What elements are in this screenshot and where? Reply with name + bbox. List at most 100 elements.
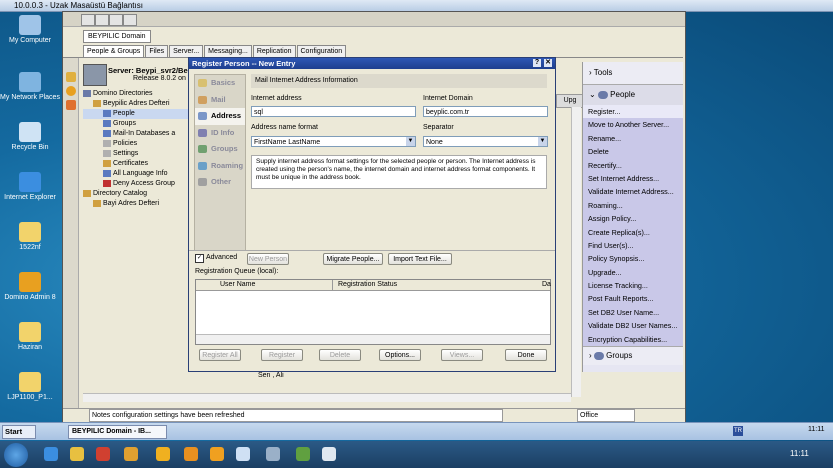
tree-item[interactable]: Bayi Adres Defteri xyxy=(83,199,188,209)
date-column[interactable]: Da xyxy=(542,280,551,290)
people-action-item[interactable]: License Tracking... xyxy=(583,279,683,292)
desktop-icon[interactable]: Haziran xyxy=(0,322,60,352)
people-section-label[interactable]: People xyxy=(610,90,635,99)
tree-item[interactable]: Beypilic Adres Defteri xyxy=(83,99,188,109)
dialog-nav-item[interactable]: Basics xyxy=(195,75,245,92)
tools-label[interactable]: Tools xyxy=(594,68,613,77)
internet-explorer-icon[interactable] xyxy=(44,447,58,461)
tree-item[interactable]: Groups xyxy=(83,119,188,129)
people-action-item[interactable]: Move to Another Server... xyxy=(583,118,683,131)
dialog-nav-item[interactable]: Other xyxy=(195,174,245,191)
new-person-button[interactable]: New Person xyxy=(247,253,289,265)
start-button[interactable]: Start xyxy=(2,425,36,439)
user-name-column[interactable]: User Name xyxy=(220,280,255,290)
registration-queue-table[interactable]: User Name Registration Status Da xyxy=(195,279,551,345)
language-indicator[interactable]: TR xyxy=(733,426,743,436)
dialog-nav-item[interactable]: Mail xyxy=(195,92,245,109)
dialog-nav-item[interactable]: Address xyxy=(195,108,245,125)
internet-domain-field[interactable]: beyplic.com.tr xyxy=(423,106,548,117)
address-format-select[interactable]: FirstName LastName ▼ xyxy=(251,136,416,147)
people-action-item[interactable]: Post Fault Reports... xyxy=(583,292,683,305)
tree-item[interactable]: Certificates xyxy=(83,159,188,169)
delete-button[interactable]: Delete xyxy=(319,349,361,361)
separator-select[interactable]: None ▼ xyxy=(423,136,548,147)
groups-section-label[interactable]: Groups xyxy=(606,351,632,360)
options-button[interactable]: Options... xyxy=(379,349,421,361)
done-button[interactable]: Done xyxy=(505,349,547,361)
people-action-item[interactable]: Encryption Capabilities... xyxy=(583,333,683,346)
upgrade-column[interactable]: Upg xyxy=(556,94,584,108)
people-action-item[interactable]: Rename... xyxy=(583,132,683,145)
desktop-icon[interactable]: 1522nf xyxy=(0,222,60,252)
app-icon[interactable] xyxy=(296,447,310,461)
folder-icon[interactable] xyxy=(70,447,84,461)
media-player-icon[interactable] xyxy=(96,447,110,461)
people-action-item[interactable]: Validate DB2 User Names... xyxy=(583,319,683,332)
queue-scrollbar[interactable] xyxy=(196,334,550,344)
bookmark-icon[interactable] xyxy=(66,100,76,110)
people-action-item[interactable]: Register... xyxy=(583,105,683,119)
views-button[interactable]: Views... xyxy=(441,349,483,361)
chevron-right-icon[interactable]: › xyxy=(589,68,592,77)
help-icon[interactable]: ? xyxy=(533,59,541,67)
admin-tab[interactable]: Files xyxy=(145,45,169,57)
tree-item[interactable]: People xyxy=(83,109,188,119)
chevron-down-icon[interactable]: ⌄ xyxy=(589,90,596,99)
app-icon[interactable] xyxy=(266,447,280,461)
horizontal-scrollbar[interactable] xyxy=(83,393,571,402)
import-text-file-button[interactable]: Import Text File... xyxy=(388,253,452,265)
app-icon[interactable] xyxy=(210,447,224,461)
bookmark-icon[interactable] xyxy=(66,86,76,96)
person-list-item[interactable]: Sen , Ali xyxy=(258,372,284,379)
admin-tab[interactable]: Replication xyxy=(252,45,296,57)
desktop-icon[interactable]: Internet Explorer xyxy=(0,172,60,202)
desktop-icon[interactable]: My Network Places xyxy=(0,72,60,102)
people-action-item[interactable]: Set DB2 User Name... xyxy=(583,306,683,319)
app-icon[interactable] xyxy=(156,447,170,461)
app-icon[interactable] xyxy=(184,447,198,461)
desktop-icon[interactable]: Domino Admin 8 xyxy=(0,272,60,302)
toolbar-icon[interactable] xyxy=(123,14,137,26)
dialog-nav-item[interactable]: Groups xyxy=(195,141,245,158)
people-action-item[interactable]: Policy Synopsis... xyxy=(583,252,683,265)
remote-desktop-icon[interactable] xyxy=(236,447,250,461)
admin-tab[interactable]: Server... xyxy=(169,45,204,57)
bookmark-icon[interactable] xyxy=(66,72,76,82)
toolbar-icon[interactable] xyxy=(95,14,109,26)
people-action-item[interactable]: Validate Internet Address... xyxy=(583,185,683,198)
dropdown-arrow-icon[interactable]: ▼ xyxy=(406,137,415,146)
admin-tab[interactable]: People & Groups xyxy=(83,45,145,57)
dialog-nav-item[interactable]: Roaming xyxy=(195,158,245,175)
app-icon[interactable] xyxy=(124,447,138,461)
people-action-item[interactable]: Assign Policy... xyxy=(583,212,683,225)
advanced-checkbox[interactable]: ✓ xyxy=(195,254,204,263)
tree-item[interactable]: Mail-In Databases a xyxy=(83,129,188,139)
people-action-item[interactable]: Recertify... xyxy=(583,159,683,172)
chevron-right-icon[interactable]: › xyxy=(589,351,592,360)
desktop-icon[interactable]: Recycle Bin xyxy=(0,122,60,152)
tree-item[interactable]: All Language Info xyxy=(83,169,188,179)
tree-item[interactable]: Policies xyxy=(83,139,188,149)
people-action-item[interactable]: Create Replica(s)... xyxy=(583,226,683,239)
windows-start-icon[interactable] xyxy=(4,443,28,467)
toolbar-icon[interactable] xyxy=(81,14,95,26)
desktop-icon[interactable]: LJP1100_P1... xyxy=(0,372,60,402)
people-action-item[interactable]: Upgrade... xyxy=(583,266,683,279)
migrate-people-button[interactable]: Migrate People... xyxy=(323,253,383,265)
admin-tab[interactable]: Configuration xyxy=(296,45,347,57)
desktop-icon[interactable]: My Computer xyxy=(0,15,60,45)
register-all-button[interactable]: Register All xyxy=(199,349,241,361)
people-action-item[interactable]: Find User(s)... xyxy=(583,239,683,252)
vertical-scrollbar[interactable] xyxy=(571,107,581,397)
registration-status-column[interactable]: Registration Status xyxy=(338,280,397,290)
people-action-item[interactable]: Roaming... xyxy=(583,199,683,212)
close-icon[interactable]: ✕ xyxy=(544,59,552,67)
tree-item[interactable]: Domino Directories xyxy=(83,89,188,99)
domain-tab[interactable]: BEYPILIC Domain xyxy=(83,30,151,43)
people-action-item[interactable]: Delete xyxy=(583,145,683,158)
people-action-item[interactable]: Set Internet Address... xyxy=(583,172,683,185)
status-office[interactable]: Office xyxy=(577,409,635,422)
tree-item[interactable]: Settings xyxy=(83,149,188,159)
admin-tab[interactable]: Messaging... xyxy=(204,45,252,57)
dialog-nav-item[interactable]: ID Info xyxy=(195,125,245,142)
